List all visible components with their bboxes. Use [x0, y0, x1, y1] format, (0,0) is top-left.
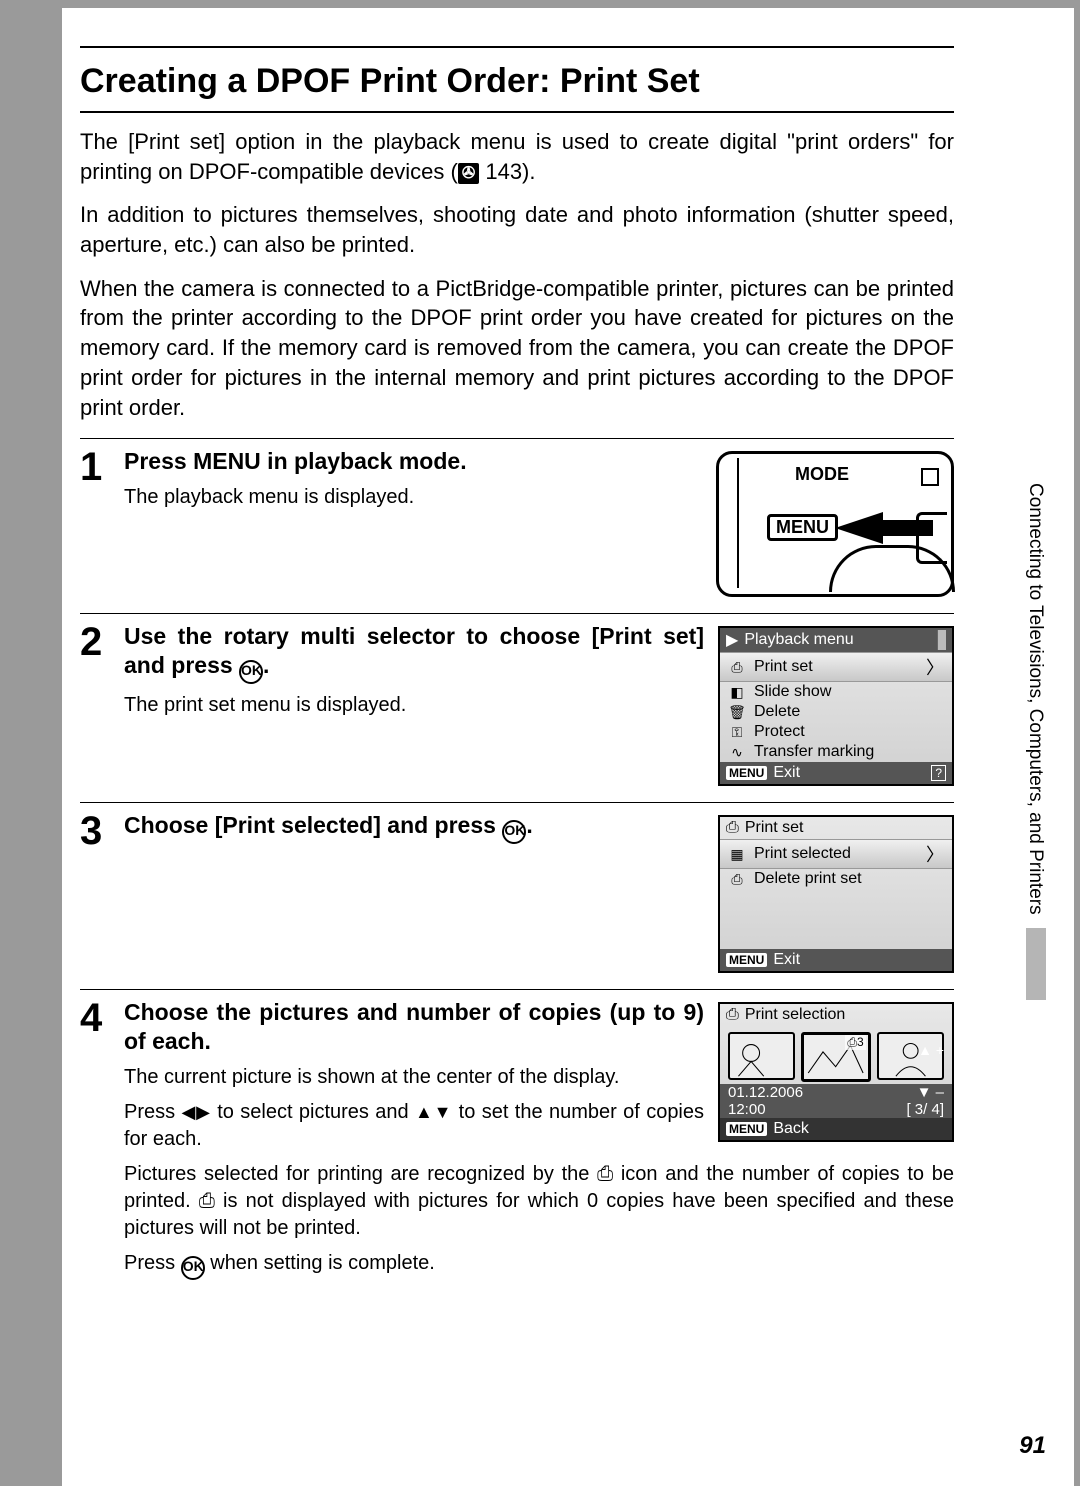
step-1: 1 Press MENU in playback mode. The playb…: [80, 447, 954, 597]
time-row: 12:00 [ 3/ 4]: [720, 1101, 952, 1118]
menu-item-print-set: ⎙Print set〉: [720, 652, 952, 682]
print-badge: ⎙3: [845, 1035, 865, 1050]
square-icon: [921, 468, 939, 486]
intro-paragraph-2: In addition to pictures themselves, shoo…: [80, 200, 954, 259]
thumbnail: [728, 1032, 795, 1080]
camera-illustration: MODE MENU: [716, 451, 954, 597]
ok-icon: OK: [239, 660, 263, 684]
ok-icon: OK: [181, 1256, 205, 1280]
print-icon: ⎙: [726, 1006, 739, 1024]
step-2-title: Use the rotary multi selector to choose …: [124, 622, 704, 684]
intro-paragraph: The [Print set] option in the playback m…: [80, 127, 954, 186]
menu-item-protect: ⚿Protect: [720, 722, 952, 742]
back-label: Back: [773, 1120, 809, 1138]
scrollbar-icon: [937, 630, 946, 650]
step-3: 3 Choose [Print selected] and press OK. …: [80, 811, 954, 973]
print-icon: ⎙: [726, 819, 739, 837]
section-tab-marker: [1026, 928, 1046, 1000]
lcd-footer: MENU Exit ?: [720, 762, 952, 784]
minus-indicator: ▼ –: [917, 1084, 944, 1101]
thumbnail-selected: ⎙3: [801, 1032, 870, 1082]
lcd-header: ⎙ Print set: [720, 817, 952, 839]
step-4-title: Choose the pictures and number of copies…: [124, 998, 704, 1056]
menu-item-delete: 🗑Delete: [720, 702, 952, 722]
menu-chip: MENU: [726, 766, 767, 780]
step-3-title: Choose [Print selected] and press OK.: [124, 811, 704, 844]
arrow-icon: [835, 512, 883, 544]
step-4-desc4: Press OK when setting is complete.: [124, 1250, 954, 1280]
lcd-title: Print selection: [745, 1006, 846, 1024]
lcd-header: ▶ Playback menu: [720, 628, 952, 652]
lcd-playback-menu: ▶ Playback menu ⎙Print set〉 ◧Slide show …: [718, 626, 954, 786]
step-number: 2: [80, 622, 124, 662]
step-separator: [80, 438, 954, 439]
step-separator: [80, 613, 954, 614]
step-separator: [80, 802, 954, 803]
intro-paragraph-3: When the camera is connected to a PictBr…: [80, 274, 954, 422]
crossref-icon: ✇: [458, 163, 479, 185]
menu-chip: MENU: [726, 953, 767, 967]
lcd-title: Print set: [745, 819, 804, 837]
print-icon: ⎙: [728, 871, 746, 888]
lcd-header: ⎙ Print selection: [720, 1004, 952, 1026]
step-separator: [80, 989, 954, 990]
exit-label: Exit: [773, 951, 800, 969]
trash-icon: 🗑: [728, 704, 746, 721]
slideshow-icon: ◧: [728, 684, 746, 701]
count-label: [ 3/ 4]: [906, 1101, 944, 1118]
section-tab: Connecting to Televisions, Computers, an…: [1024, 483, 1046, 1000]
menu-item-delete-print-set: ⎙Delete print set: [720, 869, 952, 889]
intro1b: 143).: [479, 159, 535, 184]
chevron-right-icon: 〉: [926, 654, 944, 680]
date-row: 01.12.2006 ▼ –: [720, 1084, 952, 1101]
step-4-desc1: The current picture is shown at the cent…: [124, 1064, 704, 1091]
menu-button-illustration: MENU: [767, 514, 838, 541]
menu-item-print-selected: ▦Print selected〉: [720, 839, 952, 869]
date-label: 01.12.2006: [728, 1084, 803, 1101]
print-icon: ⎙: [728, 659, 746, 676]
transfer-icon: ∿: [728, 744, 746, 761]
menu-item-slide-show: ◧Slide show: [720, 682, 952, 702]
manual-page: Creating a DPOF Print Order: Print Set T…: [62, 8, 1074, 1486]
title-rule: [80, 111, 954, 113]
lcd-title: Playback menu: [744, 631, 853, 649]
lcd-footer: MENU Back: [720, 1118, 952, 1140]
left-right-icon: ◀▶: [182, 1102, 211, 1122]
plus-indicator: ▲ +: [918, 1042, 944, 1058]
lcd-footer: MENU Exit: [720, 949, 952, 971]
up-down-icon: ▲▼: [415, 1102, 452, 1122]
step-4: 4 Choose the pictures and number of copi…: [80, 998, 954, 1153]
step-number: 4: [80, 998, 124, 1038]
menu-word: MENU: [193, 448, 261, 474]
lcd-print-set: ⎙ Print set ▦Print selected〉 ⎙Delete pri…: [718, 815, 954, 973]
help-icon: ?: [931, 765, 946, 781]
menu-chip: MENU: [726, 1122, 767, 1136]
step-2: 2 Use the rotary multi selector to choos…: [80, 622, 954, 786]
step-4-desc2: Press ◀▶ to select pictures and ▲▼ to se…: [124, 1099, 704, 1153]
page-title: Creating a DPOF Print Order: Print Set: [80, 62, 954, 101]
lcd-print-selection: ⎙ Print selection ⎙3: [718, 1002, 954, 1142]
ok-icon: OK: [502, 820, 526, 844]
step-number: 1: [80, 447, 124, 487]
mode-label: MODE: [795, 464, 849, 485]
section-tab-text: Connecting to Televisions, Computers, an…: [1025, 483, 1046, 915]
page-number: 91: [1019, 1432, 1046, 1460]
step-4-continued: 4 Pictures selected for printing are rec…: [80, 1153, 954, 1280]
top-rule: [80, 46, 954, 48]
play-icon: ▶: [726, 630, 738, 650]
time-label: 12:00: [728, 1101, 766, 1118]
key-icon: ⚿: [728, 724, 746, 741]
content-area: Creating a DPOF Print Order: Print Set T…: [80, 46, 954, 1486]
step-1-title: Press MENU in playback mode.: [124, 447, 704, 476]
step-number: 3: [80, 811, 124, 851]
step-1-desc: The playback menu is displayed.: [124, 484, 704, 511]
step-4-desc3: Pictures selected for printing are recog…: [124, 1161, 954, 1242]
grid-icon: ▦: [728, 846, 746, 863]
step-2-desc: The print set menu is displayed.: [124, 692, 704, 719]
chevron-right-icon: 〉: [926, 841, 944, 867]
exit-label: Exit: [773, 764, 800, 782]
menu-item-transfer: ∿Transfer marking: [720, 742, 952, 762]
